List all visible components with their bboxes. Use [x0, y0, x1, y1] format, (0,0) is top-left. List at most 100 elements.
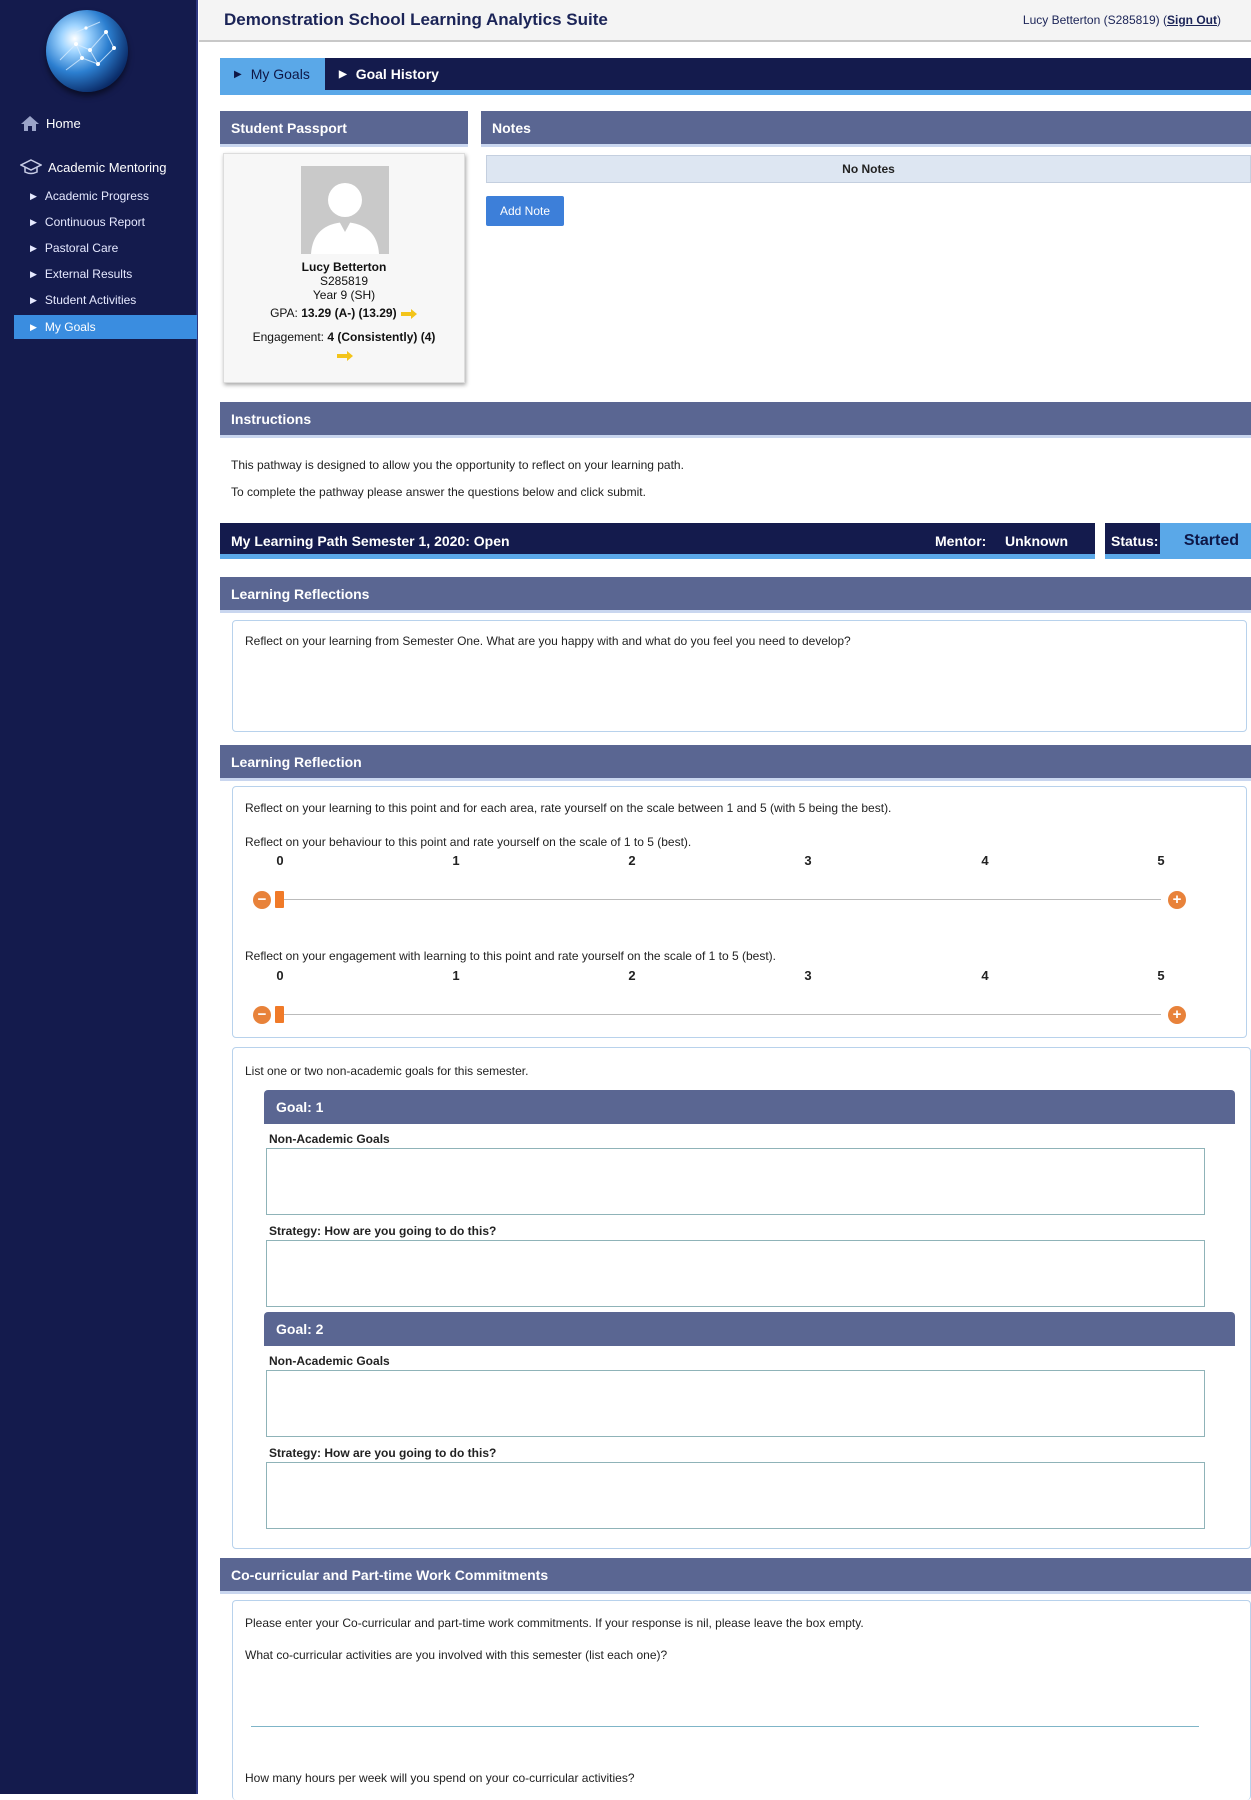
- student-passport-card: Lucy Betterton S285819 Year 9 (SH) GPA: …: [223, 153, 465, 383]
- sidebar-item-label: Continuous Report: [44, 215, 145, 229]
- strategy-2-input[interactable]: [266, 1462, 1205, 1529]
- slider-tick-label: 2: [628, 853, 636, 868]
- no-notes-message: No Notes: [486, 155, 1251, 183]
- triangle-right-icon: ▶: [339, 68, 347, 80]
- student-id: S285819: [319, 274, 369, 288]
- slider-tick-label: 2: [628, 968, 636, 983]
- slider-handle[interactable]: [275, 891, 284, 908]
- triangle-right-icon: ▶: [30, 190, 37, 201]
- student-year: Year 9 (SH): [312, 288, 376, 302]
- behaviour-prompt: Reflect on your behaviour to this point …: [245, 835, 692, 849]
- slider-tick-label: 3: [804, 853, 812, 868]
- school-logo[interactable]: [46, 10, 128, 92]
- status-separator: [1095, 523, 1105, 559]
- cocurricular-panel: Please enter your Co-curricular and part…: [232, 1600, 1251, 1800]
- reflection-intro: Reflect on your learning to this point a…: [245, 801, 892, 815]
- triangle-right-icon: ▶: [234, 68, 242, 80]
- engagement-value: 4 (Consistently) (4): [327, 330, 436, 344]
- student-name: Lucy Betterton: [301, 260, 387, 274]
- arrow-right-icon[interactable]: [400, 308, 418, 319]
- engagement-row: Engagement: 4 (Consistently) (4): [224, 330, 464, 344]
- user-info: Lucy Betterton (S285819) (Sign Out): [1023, 13, 1221, 27]
- instructions-header: Instructions: [220, 402, 1251, 438]
- sidebar: Home Academic Mentoring ▶ Academic Progre…: [0, 0, 198, 1794]
- sidebar-item-external-results[interactable]: ▶ External Results: [14, 262, 197, 286]
- plus-icon[interactable]: +: [1168, 1006, 1186, 1024]
- minus-icon[interactable]: −: [253, 1006, 271, 1024]
- cocurricular-question-1: What co-curricular activities are you in…: [245, 1648, 668, 1662]
- strategy-1-label: Strategy: How are you going to do this?: [269, 1224, 497, 1238]
- slider-tick-label: 4: [981, 968, 989, 983]
- cocurricular-header: Co-curricular and Part-time Work Commitm…: [220, 1558, 1251, 1594]
- slider-tick-label: 0: [276, 853, 284, 868]
- triangle-right-icon: ▶: [30, 242, 37, 253]
- path-title: My Learning Path Semester 1, 2020: Open: [231, 533, 510, 549]
- strategy-1-input[interactable]: [266, 1240, 1205, 1307]
- slider-tick-label: 3: [804, 968, 812, 983]
- slider-handle[interactable]: [275, 1006, 284, 1023]
- graduation-cap-icon: [20, 159, 42, 175]
- slider-tick-label: 1: [452, 968, 460, 983]
- nav-academic-mentoring[interactable]: Academic Mentoring: [20, 158, 167, 176]
- learning-reflection-header: Learning Reflection: [220, 745, 1251, 781]
- sidebar-item-label: External Results: [44, 267, 133, 281]
- tab-goal-history[interactable]: ▶ Goal History: [325, 58, 455, 90]
- tab-label: My Goals: [250, 66, 310, 82]
- app-title: Demonstration School Learning Analytics …: [224, 10, 608, 29]
- engagement-label: Engagement:: [252, 330, 325, 344]
- cocurricular-question-2: How many hours per week will you spend o…: [245, 1771, 635, 1785]
- arrow-right-icon[interactable]: [336, 351, 354, 361]
- sign-out-link[interactable]: Sign Out: [1167, 13, 1217, 27]
- reflections-prompt: Reflect on your learning from Semester O…: [245, 634, 851, 648]
- plus-icon[interactable]: +: [1168, 891, 1186, 909]
- cocurricular-answer-1-line[interactable]: [251, 1726, 1199, 1727]
- sidebar-item-my-goals[interactable]: ▶ My Goals: [14, 315, 197, 339]
- nav-home-label: Home: [46, 116, 81, 131]
- top-bar: Demonstration School Learning Analytics …: [199, 0, 1251, 42]
- strategy-2-label: Strategy: How are you going to do this?: [269, 1446, 497, 1460]
- nav-section-label: Academic Mentoring: [48, 159, 167, 175]
- paren-close: ): [1217, 13, 1221, 27]
- reflections-panel[interactable]: Reflect on your learning from Semester O…: [232, 620, 1247, 732]
- goal-1-input[interactable]: [266, 1148, 1205, 1215]
- add-note-button[interactable]: Add Note: [486, 196, 564, 226]
- triangle-right-icon: ▶: [30, 321, 37, 332]
- goal-1-header: Goal: 1: [264, 1090, 1235, 1124]
- tab-bar: ▶ My Goals ▶ Goal History: [220, 58, 1251, 95]
- nav-home[interactable]: Home: [20, 115, 81, 132]
- sidebar-item-label: Pastoral Care: [44, 241, 119, 255]
- gpa-label: GPA:: [270, 306, 298, 320]
- tab-label: Goal History: [355, 66, 439, 82]
- gpa-value: 13.29 (A-) (13.29): [301, 306, 397, 320]
- sidebar-item-student-activities[interactable]: ▶ Student Activities: [14, 288, 197, 312]
- sidebar-item-pastoral-care[interactable]: ▶ Pastoral Care: [14, 236, 197, 260]
- slider-tick-label: 0: [276, 968, 284, 983]
- goal-2-input[interactable]: [266, 1370, 1205, 1437]
- triangle-right-icon: ▶: [30, 216, 37, 227]
- instructions-line-2: To complete the pathway please answer th…: [231, 485, 646, 499]
- triangle-right-icon: ▶: [30, 268, 37, 279]
- user-name: Lucy Betterton (S285819): [1022, 13, 1160, 27]
- minus-icon[interactable]: −: [253, 891, 271, 909]
- slider-track[interactable]: [276, 1014, 1161, 1015]
- tab-my-goals[interactable]: ▶ My Goals: [220, 58, 325, 90]
- mentor-value: Unknown: [1005, 533, 1068, 549]
- mentor-label: Mentor:: [935, 533, 987, 549]
- sidebar-item-academic-progress[interactable]: ▶ Academic Progress: [14, 184, 197, 208]
- sidebar-item-continuous-report[interactable]: ▶ Continuous Report: [14, 210, 197, 234]
- avatar: [301, 166, 389, 254]
- engagement-prompt: Reflect on your engagement with learning…: [245, 949, 776, 963]
- goal-1-label: Non-Academic Goals: [269, 1132, 390, 1146]
- passport-header: Student Passport: [220, 111, 468, 147]
- triangle-right-icon: ▶: [30, 294, 37, 305]
- cocurricular-intro: Please enter your Co-curricular and part…: [245, 1616, 864, 1630]
- status-badge: Started: [1160, 523, 1251, 559]
- goal-2-label: Non-Academic Goals: [269, 1354, 390, 1368]
- notes-header: Notes: [481, 111, 1251, 147]
- gpa-row: GPA: 13.29 (A-) (13.29): [224, 306, 464, 320]
- slider-track[interactable]: [276, 899, 1161, 900]
- slider-tick-label: 4: [981, 853, 989, 868]
- goal-2-header: Goal: 2: [264, 1312, 1235, 1346]
- goals-intro: List one or two non-academic goals for t…: [245, 1064, 529, 1078]
- sidebar-item-label: Student Activities: [44, 293, 137, 307]
